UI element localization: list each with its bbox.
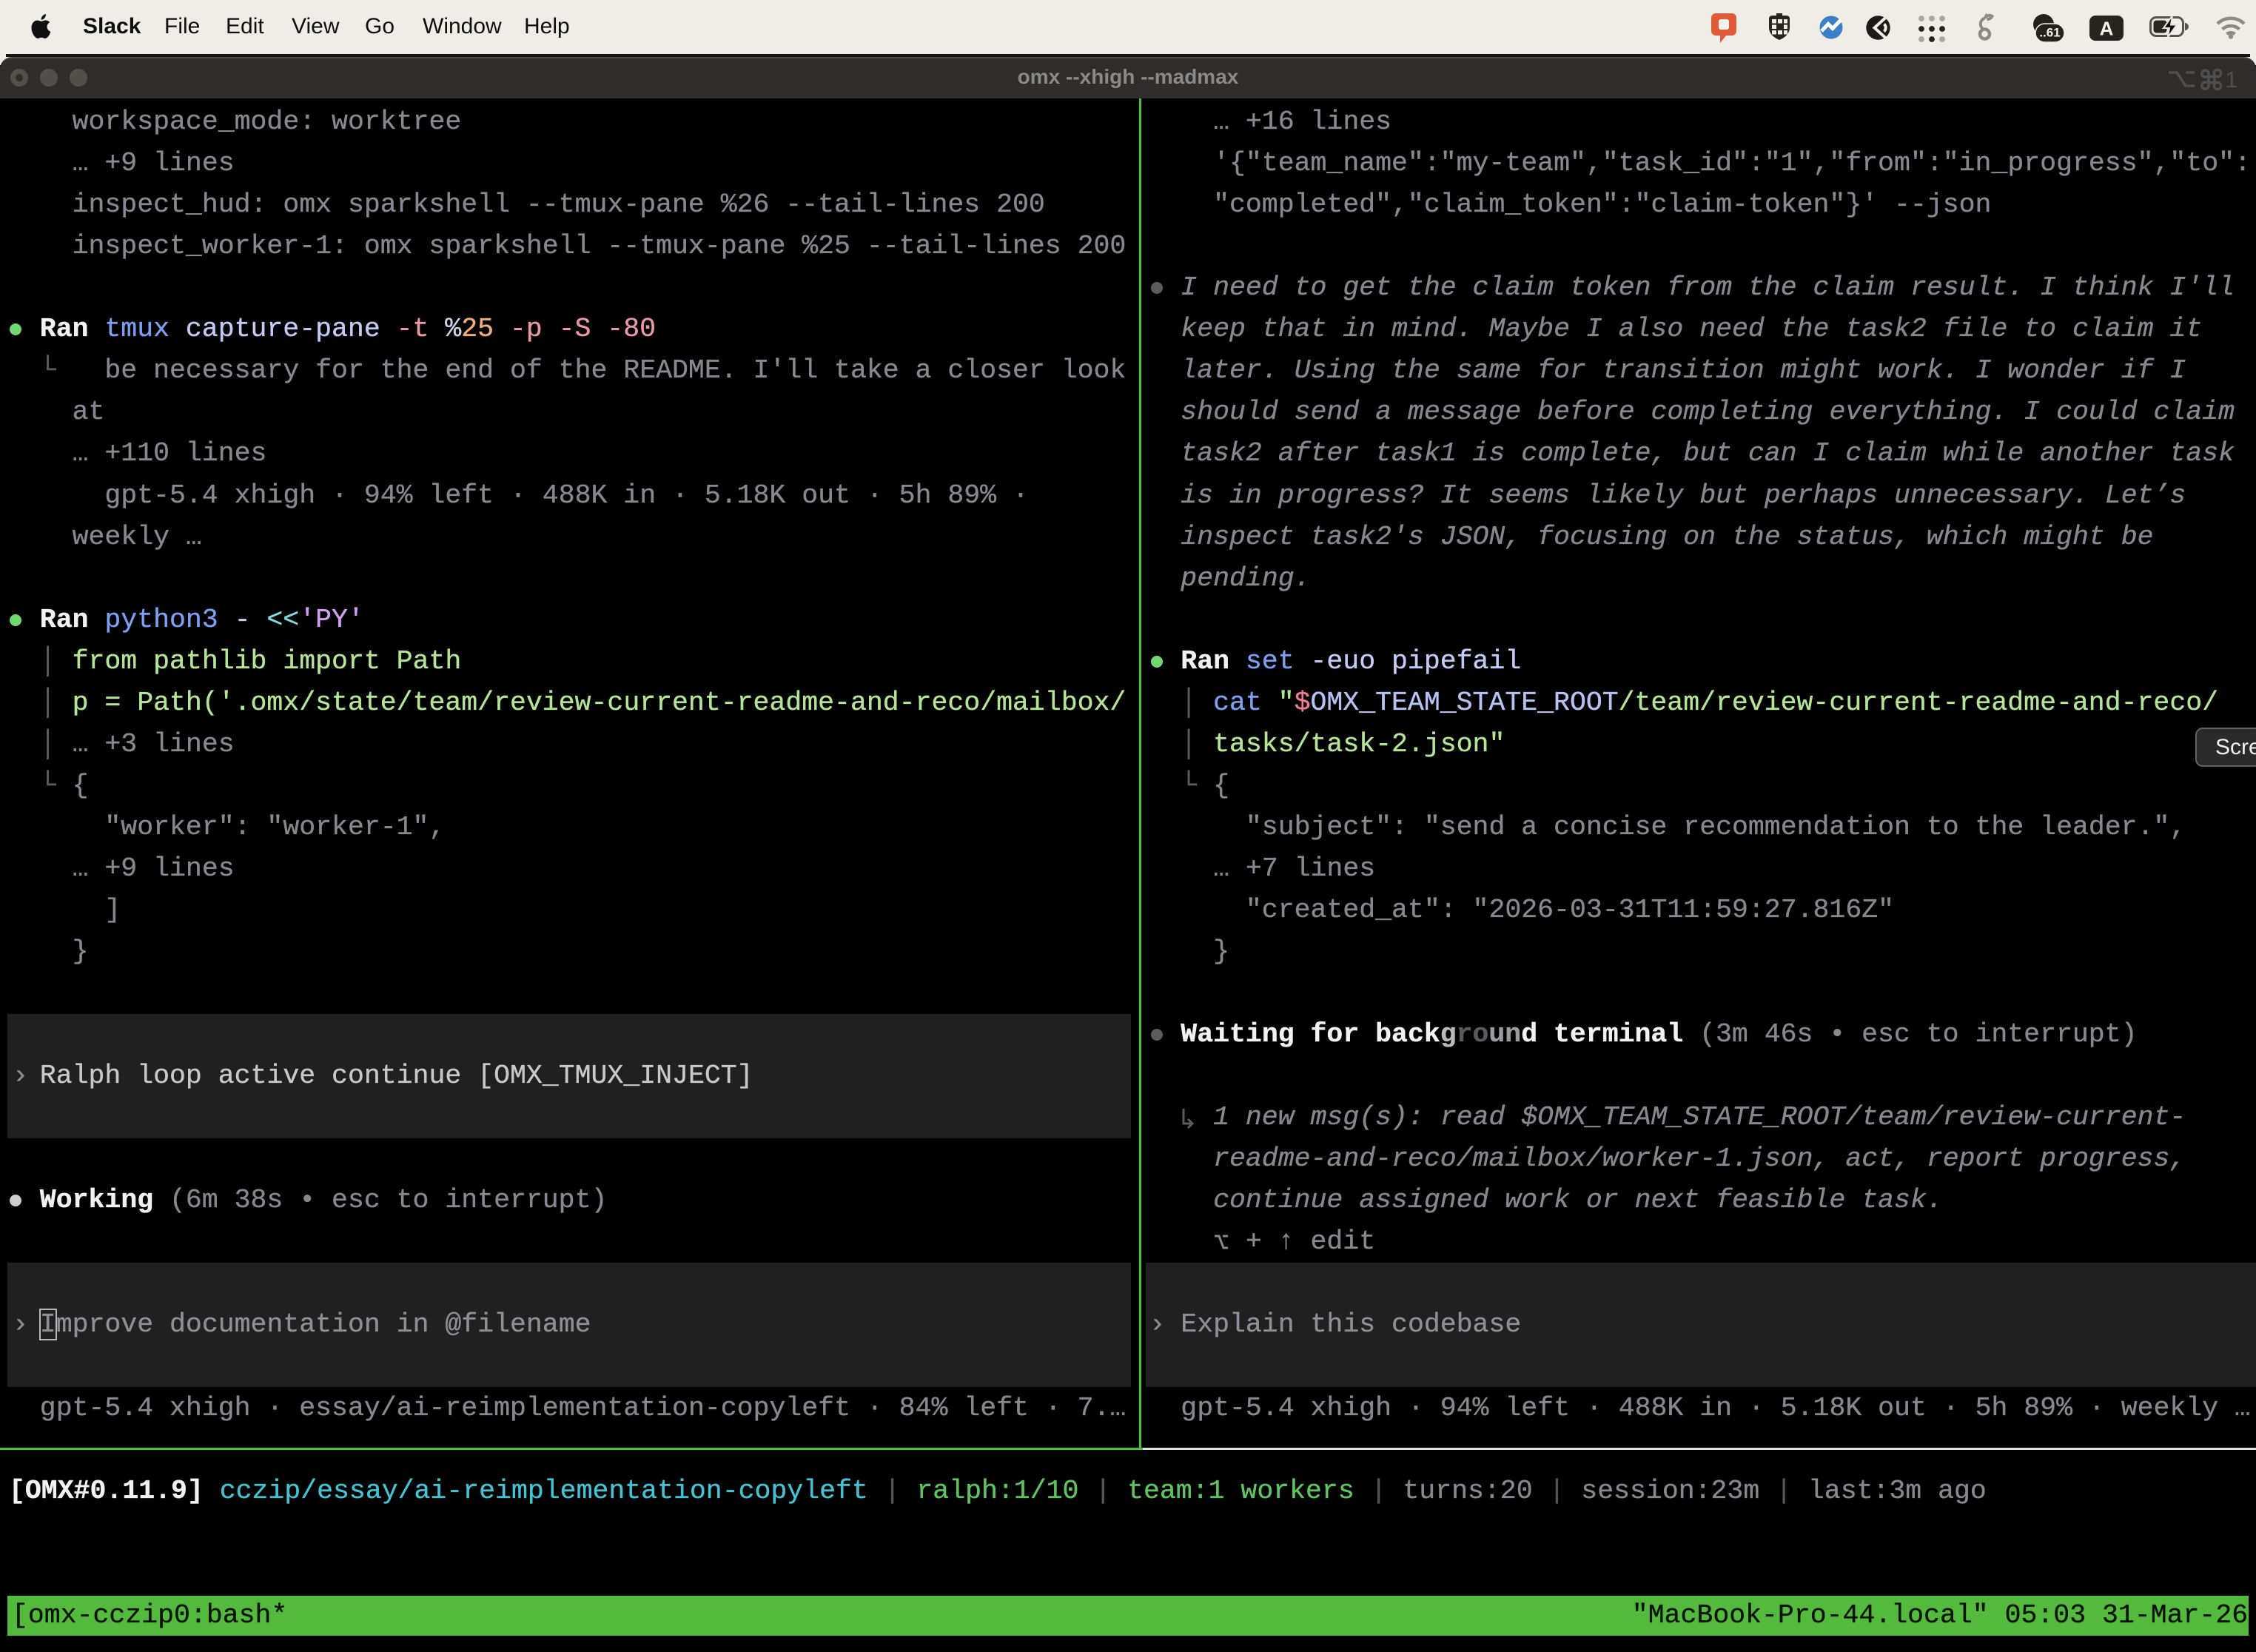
- svg-text:A: A: [2100, 18, 2114, 40]
- svg-text:..61: ..61: [2039, 26, 2060, 40]
- svg-text:1: 1: [2225, 67, 2237, 92]
